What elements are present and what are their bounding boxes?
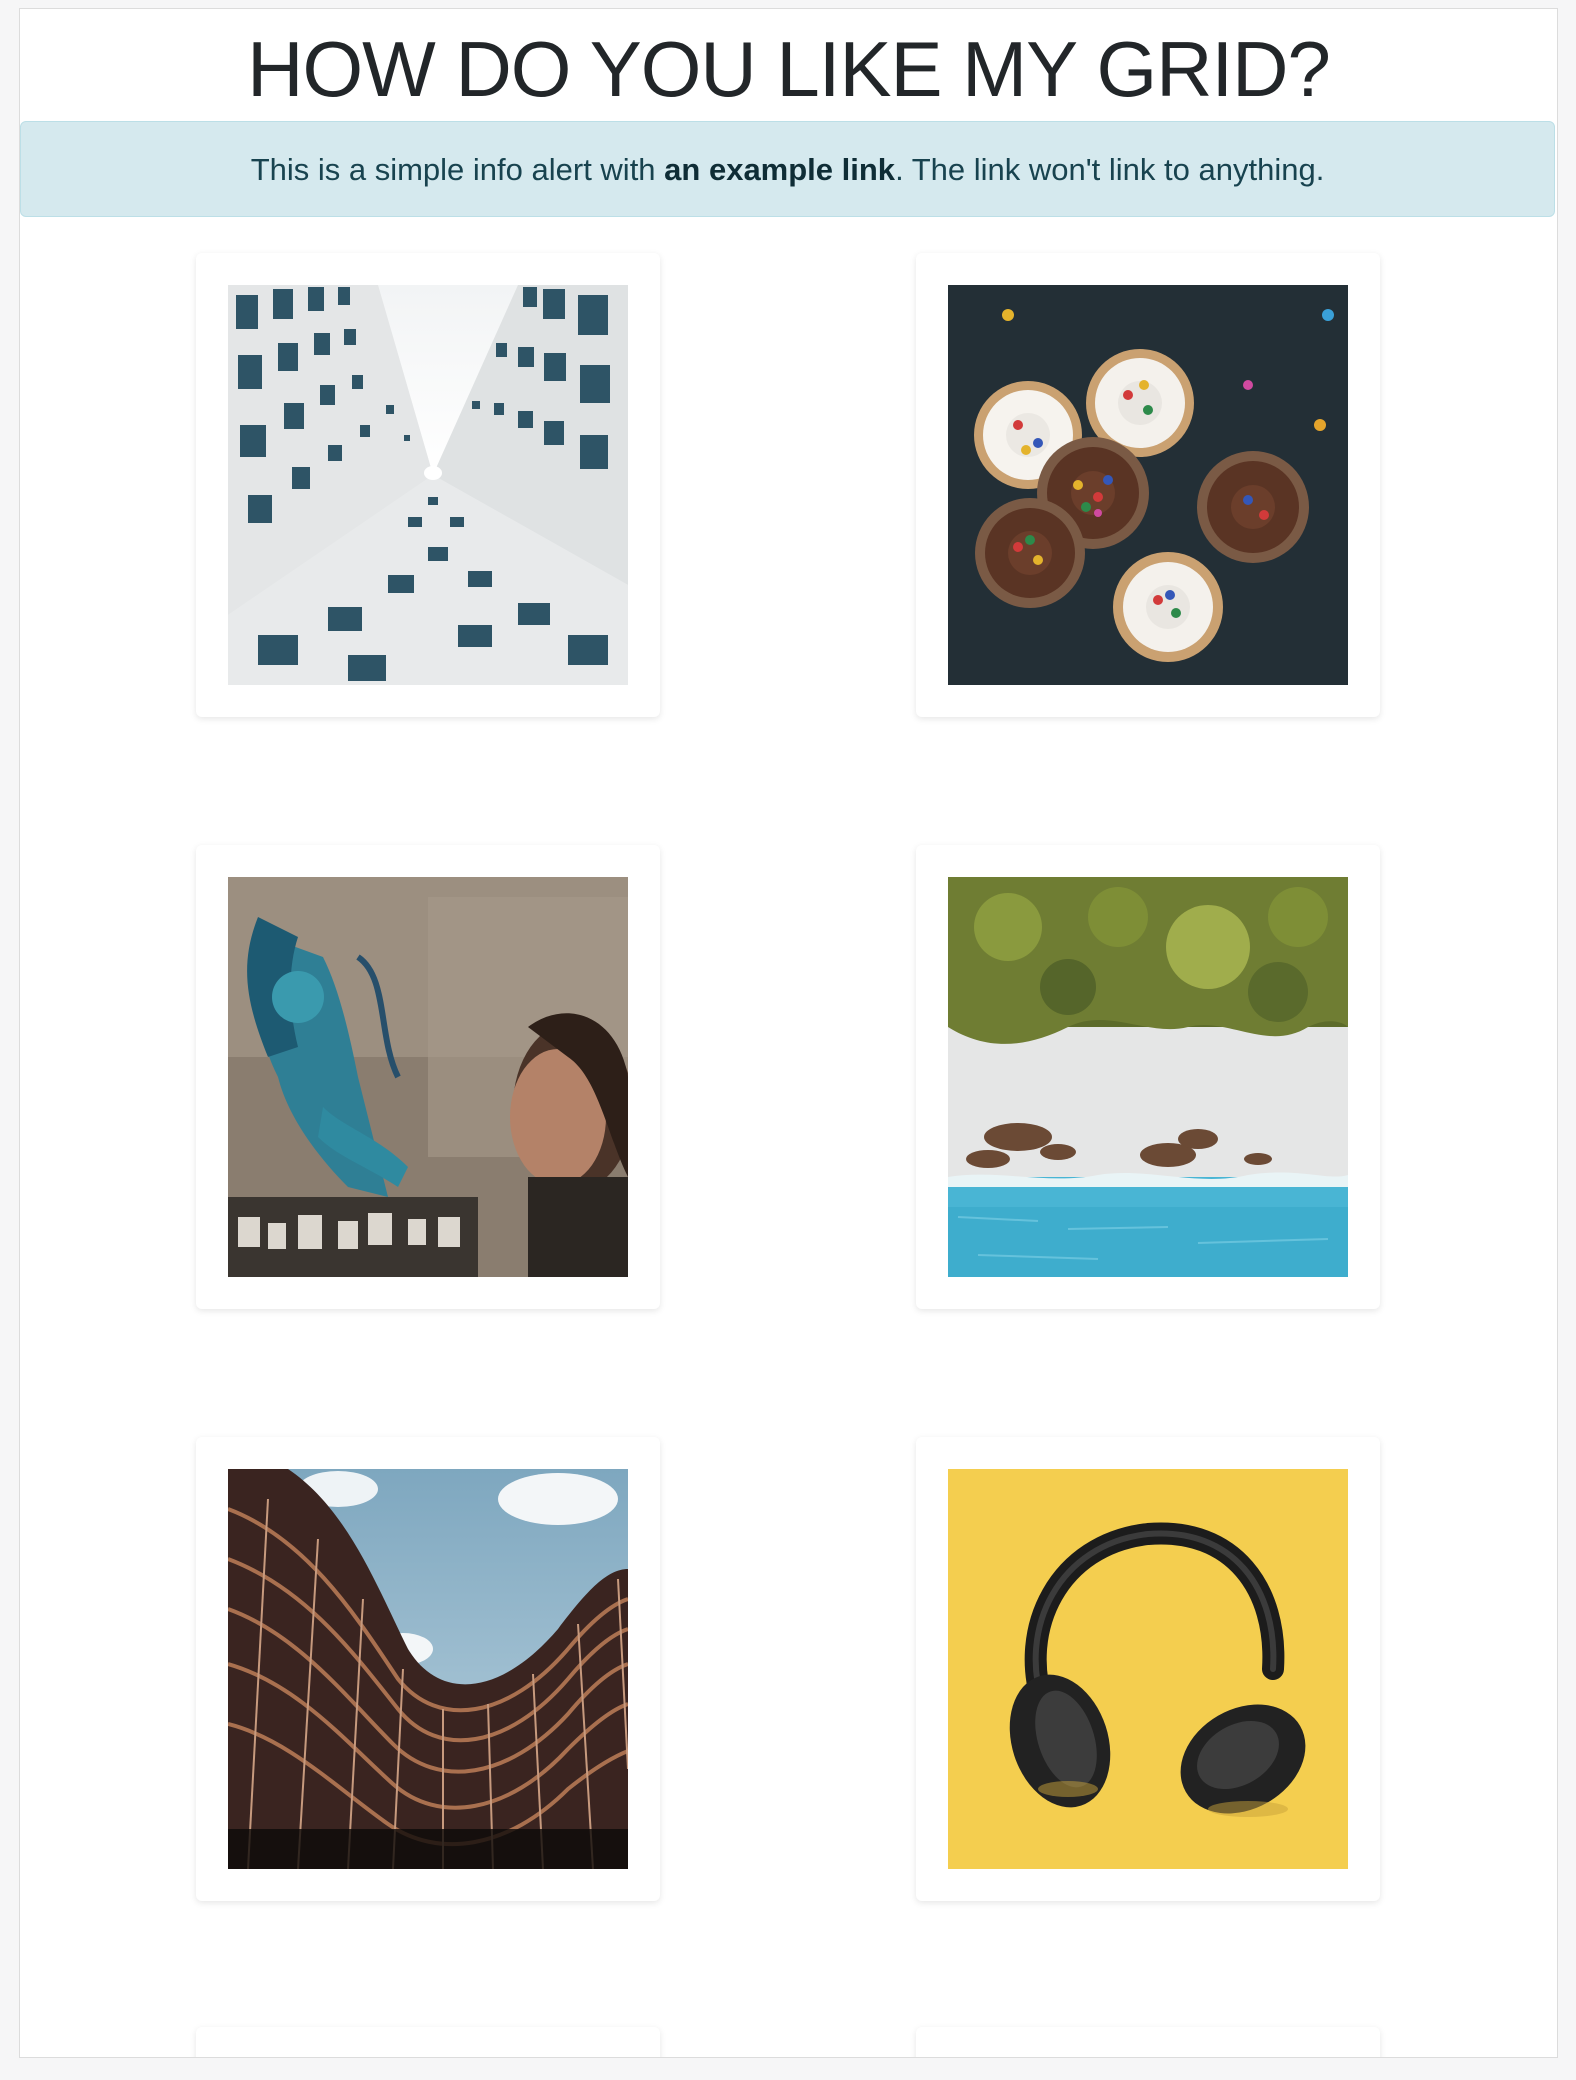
page-title: HOW DO YOU LIKE MY GRID? <box>247 25 1331 113</box>
gallery-card-1 <box>196 253 660 717</box>
gallery-photo-curved-building[interactable] <box>228 1469 628 1869</box>
gallery-photo-cupcakes[interactable] <box>948 285 1348 685</box>
alert-example-link[interactable]: an example link <box>664 152 895 187</box>
beach-image <box>948 877 1348 1277</box>
curved-building-image <box>228 1469 628 1869</box>
headphones-image <box>948 1469 1348 1869</box>
gallery-photo-headphones[interactable] <box>948 1469 1348 1869</box>
page-frame: HOW DO YOU LIKE MY GRID? This is a simpl… <box>19 8 1558 2058</box>
gallery-card-7-partial <box>196 2027 660 2057</box>
gallery-photo-beach[interactable] <box>948 877 1348 1277</box>
gallery-card-2 <box>916 253 1380 717</box>
gallery-card-5 <box>196 1437 660 1901</box>
cupcakes-image <box>948 285 1348 685</box>
gallery-card-6 <box>916 1437 1380 1901</box>
gallery-photo-mural[interactable] <box>228 877 628 1277</box>
alert-text-after: . The link won't link to anything. <box>895 152 1325 187</box>
building-facade-image <box>228 285 628 685</box>
gallery-photo-building-facade[interactable] <box>228 285 628 685</box>
gallery-card-3 <box>196 845 660 1309</box>
gallery-card-8-partial <box>916 2027 1380 2057</box>
alert-text-before: This is a simple info alert with <box>250 152 665 187</box>
gallery-card-4 <box>916 845 1380 1309</box>
mural-image <box>228 877 628 1277</box>
info-alert: This is a simple info alert with an exam… <box>20 121 1555 217</box>
